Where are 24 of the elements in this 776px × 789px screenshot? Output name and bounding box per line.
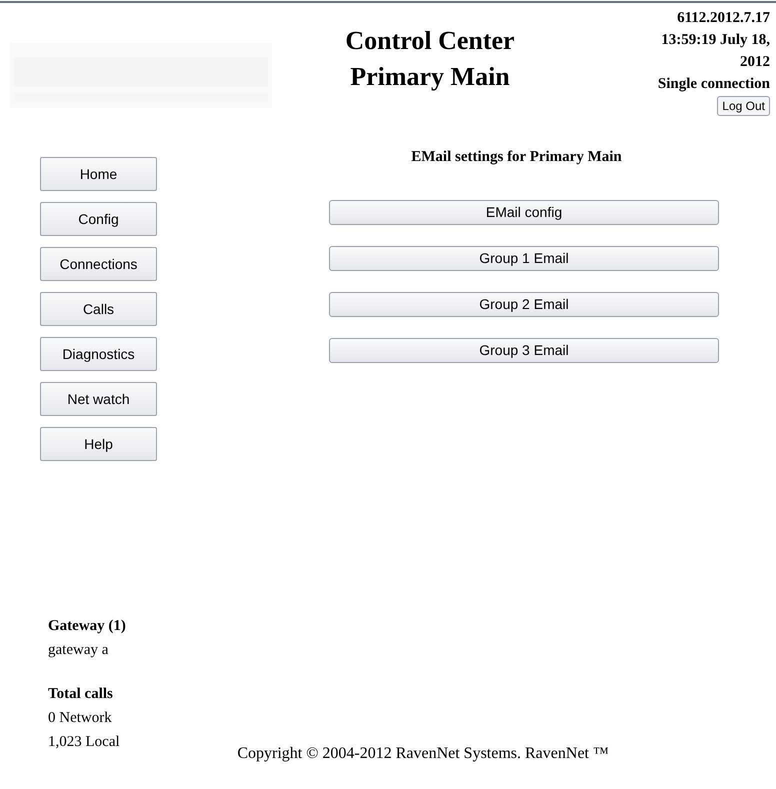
section-title: Gateway (1) [48, 617, 127, 636]
nav-button[interactable]: Home [40, 157, 157, 191]
email-settings-button[interactable]: EMail config [329, 200, 719, 224]
status-text: 13:59:19 July 18, [660, 31, 770, 50]
status-text: 6112.2012.7.17 [676, 9, 770, 28]
page-title: Primary Main [349, 61, 511, 93]
email-settings-button[interactable]: Group 1 Email [329, 246, 719, 270]
info-line: gateway a [48, 641, 110, 660]
section-heading: EMail settings for Primary Main [410, 148, 623, 167]
email-settings-button[interactable]: Group 2 Email [329, 292, 719, 316]
nav-button[interactable]: Help [40, 427, 157, 461]
email-settings-button[interactable]: Group 3 Email [329, 338, 719, 362]
nav-button[interactable]: Connections [40, 247, 157, 281]
section-title: Total calls [48, 685, 114, 704]
nav-button[interactable]: Diagnostics [40, 337, 157, 371]
copyright-text: Copyright © 2004-2012 RavenNet Systems. RavenNet ™ [237, 744, 609, 764]
status-text: Single connection [658, 75, 770, 94]
page-title: Control Center [344, 25, 516, 57]
nav-button[interactable]: Net watch [40, 382, 157, 416]
info-line: 0 Network [48, 709, 113, 728]
nav-button[interactable]: Config [40, 202, 157, 236]
status-text: 2012 [739, 53, 770, 72]
nav-button[interactable]: Calls [40, 292, 157, 326]
log-out-button[interactable]: Log Out [717, 96, 770, 116]
